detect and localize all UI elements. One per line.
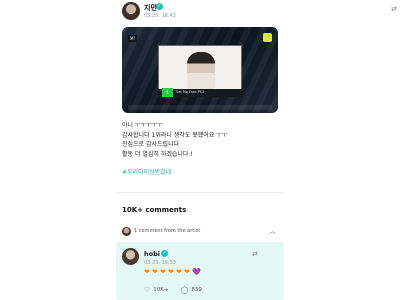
purple-heart-icon: 💜 <box>192 268 201 276</box>
translate-icon[interactable]: ⇄ <box>252 250 258 258</box>
author-name[interactable]: 지민 <box>144 3 157 13</box>
media-song-title: Set Me Free Pt.2 <box>176 90 205 94</box>
artist-avatar <box>122 227 131 236</box>
verified-badge-icon: ✓ <box>156 3 163 10</box>
post-timestamp: 03.23. 18:43 <box>144 13 176 19</box>
artist-comment-label: 1 comment from the artist <box>134 228 201 234</box>
chevron-up-icon[interactable]: ︿ <box>269 226 276 236</box>
section-divider <box>116 192 284 193</box>
reply-count: 839 <box>191 287 202 293</box>
like-count: 10K+ <box>153 287 169 293</box>
post-line: 감사합니다 1위라니 생각도 못했어요 ㅜㅜ <box>122 131 228 139</box>
reply-button[interactable]: ◯ 839 <box>181 286 202 294</box>
commenter-name[interactable]: hobi <box>144 250 160 258</box>
orange-heart-icon: ❤ <box>184 268 190 276</box>
orange-heart-icon: ❤ <box>152 268 158 276</box>
verified-badge-icon: ✓ <box>161 250 168 257</box>
post-line: 진심으로 감사드립니다 <box>122 141 180 148</box>
orange-heart-icon: ❤ <box>144 268 150 276</box>
post-body: 아니 ㅜㅜㅜㅜㅜ 감사합니다 1위라니 생각도 못했어요 ㅜㅜ 진심으로 감사드… <box>122 121 282 159</box>
media-bottom-bar <box>128 105 272 110</box>
media-person <box>187 52 215 90</box>
comment-text: ❤ ❤ ❤ ❤ ❤ ❤ 💜 <box>144 268 201 276</box>
comment-timestamp: 03.23. 19:53 <box>144 260 176 266</box>
orange-heart-icon: ❤ <box>160 268 166 276</box>
post-header: 지민 ✓ 03.23. 18:43 ⇄ <box>122 2 397 24</box>
comment-actions: ♡ 10K+ ◯ 839 <box>144 286 214 294</box>
like-button[interactable]: ♡ 10K+ <box>144 286 169 294</box>
orange-heart-icon: ❤ <box>168 268 174 276</box>
media-rank: 1 <box>162 88 173 97</box>
post-hashtag[interactable]: #우리아미상받았네 <box>122 167 171 176</box>
orange-heart-icon: ❤ <box>176 268 182 276</box>
artist-comment-card: hobi ✓ 03.23. 19:53 ⇄ ❤ ❤ ❤ ❤ ❤ ❤ 💜 ♡ 10… <box>116 242 284 300</box>
post-line: 아니 ㅜㅜㅜㅜㅜ <box>122 122 163 129</box>
artist-comment-toggle[interactable]: 1 comment from the artist ︿ <box>122 226 280 238</box>
author-avatar[interactable] <box>122 2 140 20</box>
like-icon: ♡ <box>144 286 151 294</box>
media-corner-logo <box>263 33 272 42</box>
post-media-image[interactable]: M! 1 Set Me Free Pt.2 <box>122 27 278 113</box>
reply-icon: ◯ <box>180 286 189 294</box>
post-line: 활동 더 열심히 하겠습니다 ! <box>122 150 193 158</box>
media-badge: M! <box>128 35 138 42</box>
commenter-avatar[interactable] <box>122 248 139 265</box>
translate-icon[interactable]: ⇄ <box>389 5 399 14</box>
comments-count: 10K+ comments <box>122 206 187 214</box>
